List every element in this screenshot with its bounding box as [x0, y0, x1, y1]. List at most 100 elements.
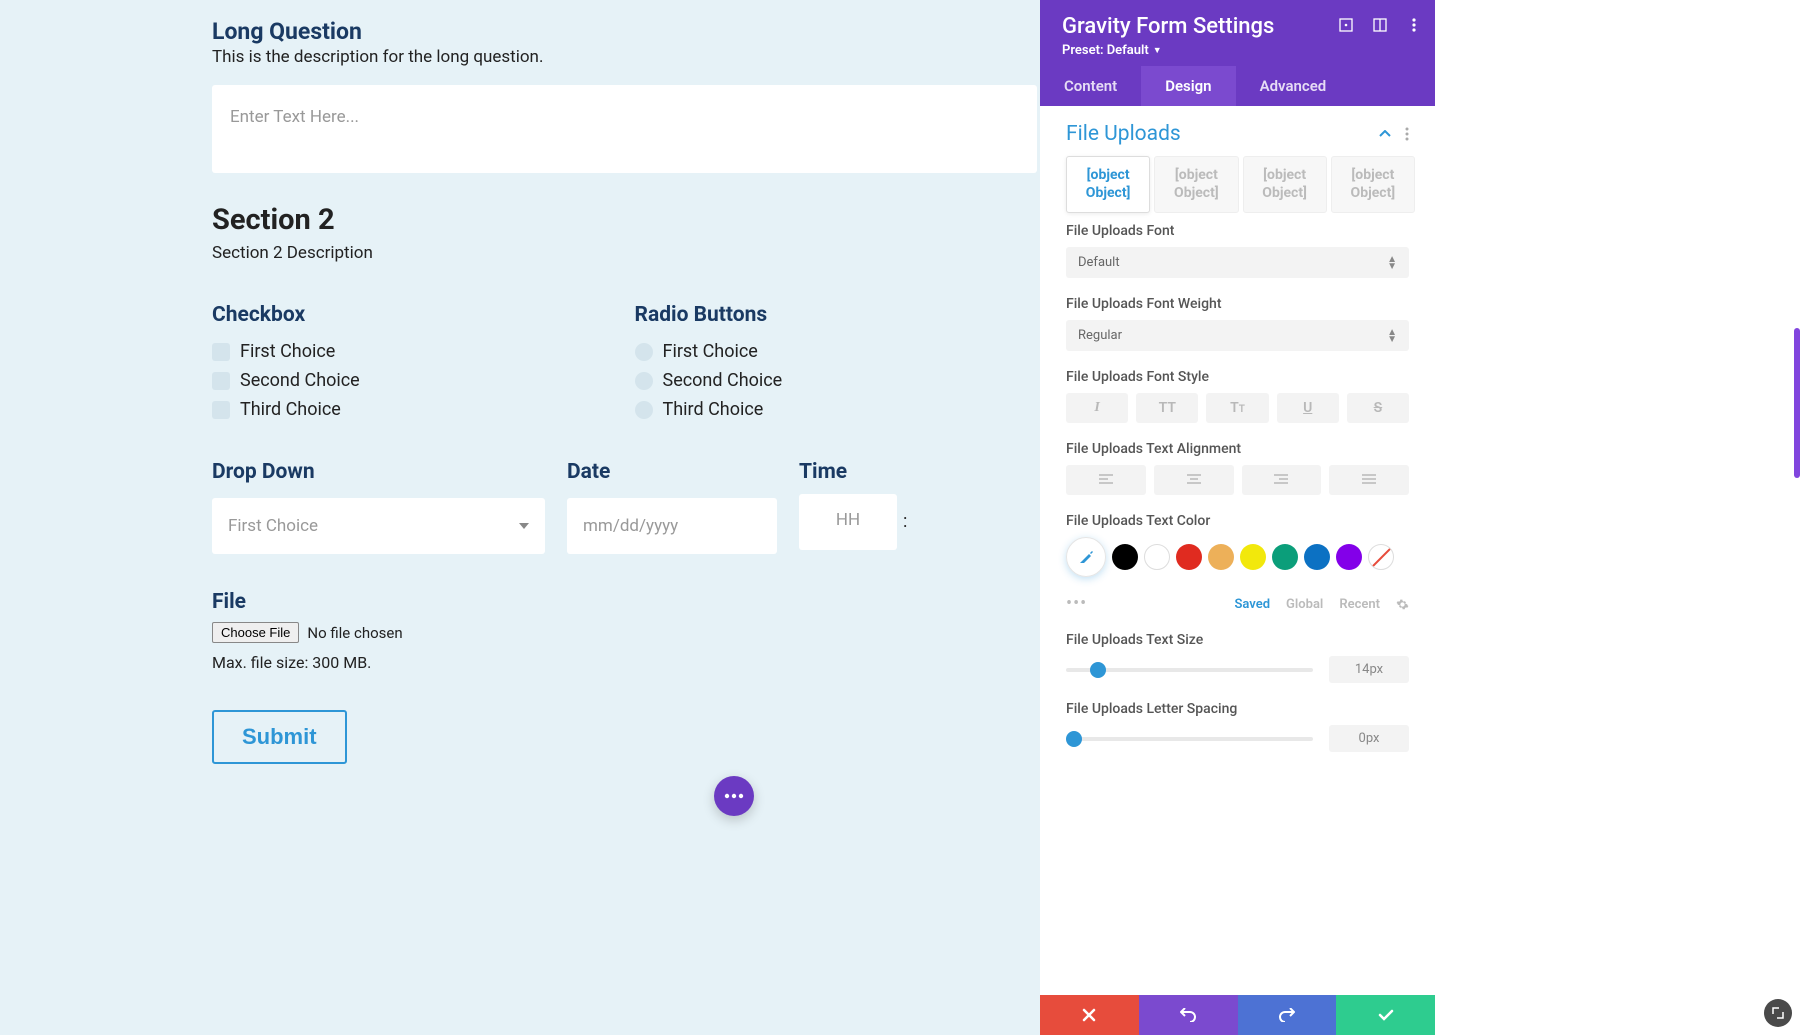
size-value[interactable]: 14px [1329, 656, 1409, 683]
strikethrough-button[interactable]: S [1347, 393, 1409, 423]
radio-icon [635, 343, 653, 361]
smallcaps-button[interactable]: TT [1206, 393, 1268, 423]
size-slider[interactable] [1066, 668, 1313, 672]
subtab-3[interactable]: [object Object] [1243, 156, 1327, 213]
weight-label: File Uploads Font Weight [1066, 296, 1409, 312]
checkbox-icon [212, 343, 230, 361]
checkbox-icon [212, 372, 230, 390]
preset-selector[interactable]: Preset: Default ▼ [1062, 43, 1162, 58]
align-justify-button[interactable] [1329, 465, 1409, 495]
caret-down-icon: ▼ [1153, 45, 1162, 56]
smallcaps-icon: TT [1230, 400, 1245, 416]
checkbox-item[interactable]: Third Choice [212, 399, 615, 420]
color-swatch-none[interactable] [1368, 544, 1394, 570]
gear-icon[interactable] [1396, 598, 1409, 611]
module-options-fab[interactable] [714, 776, 754, 816]
section-2-desc: Section 2 Description [212, 243, 1037, 263]
subtab-4[interactable]: [object Object] [1331, 156, 1415, 213]
resize-icon [1771, 1006, 1785, 1020]
align-justify-icon [1362, 474, 1376, 486]
checkbox-label: Checkbox [212, 303, 615, 327]
close-button[interactable] [1040, 995, 1139, 1035]
settings-sidebar: Gravity Form Settings Preset: Default ▼ … [1040, 0, 1435, 1035]
align-center-icon [1187, 474, 1201, 486]
section-2-title: Section 2 [212, 203, 1037, 237]
save-button[interactable] [1336, 995, 1435, 1035]
scrollbar-thumb[interactable] [1794, 328, 1800, 478]
color-tab-recent[interactable]: Recent [1339, 597, 1380, 612]
submit-button[interactable]: Submit [212, 710, 347, 764]
time-separator: : [897, 494, 913, 550]
undo-button[interactable] [1139, 995, 1238, 1035]
italic-icon: I [1094, 400, 1099, 416]
color-swatch-yellow[interactable] [1240, 544, 1266, 570]
select-arrows-icon: ▲▼ [1387, 256, 1397, 270]
radio-item[interactable]: Third Choice [635, 399, 1038, 420]
chevron-up-icon[interactable] [1379, 130, 1391, 138]
checkbox-icon [212, 401, 230, 419]
color-swatch-red[interactable] [1176, 544, 1202, 570]
align-right-icon [1274, 474, 1288, 486]
tab-content[interactable]: Content [1040, 66, 1141, 106]
color-tab-saved[interactable]: Saved [1234, 597, 1270, 612]
subtab-1[interactable]: [object Object] [1066, 156, 1150, 213]
spacing-slider[interactable] [1066, 737, 1313, 741]
italic-button[interactable]: I [1066, 393, 1128, 423]
expand-icon[interactable] [1373, 18, 1387, 32]
sidebar-tabs: Content Design Advanced [1040, 66, 1435, 106]
tab-advanced[interactable]: Advanced [1236, 66, 1351, 106]
font-label: File Uploads Font [1066, 223, 1409, 239]
choose-file-button[interactable]: Choose File [212, 622, 299, 643]
time-label: Time [799, 460, 1037, 484]
strikethrough-icon: S [1374, 400, 1383, 416]
radio-label: Radio Buttons [635, 303, 1038, 327]
dropdown-select[interactable]: First Choice [212, 498, 545, 554]
radio-item[interactable]: First Choice [635, 341, 1038, 362]
color-tab-global[interactable]: Global [1286, 597, 1323, 612]
file-status: No file chosen [307, 624, 402, 642]
drag-handle-icon[interactable] [1339, 18, 1353, 32]
underline-button[interactable]: U [1277, 393, 1339, 423]
color-swatch-purple[interactable] [1336, 544, 1362, 570]
select-arrows-icon: ▲▼ [1387, 329, 1397, 343]
color-swatch-white[interactable] [1144, 544, 1170, 570]
align-center-button[interactable] [1154, 465, 1234, 495]
weight-select[interactable]: Regular ▲▼ [1066, 320, 1409, 351]
caret-down-icon [519, 523, 529, 529]
align-left-icon [1099, 474, 1113, 486]
color-label: File Uploads Text Color [1066, 513, 1409, 529]
radio-item[interactable]: Second Choice [635, 370, 1038, 391]
time-hh-input[interactable]: HH [799, 494, 897, 550]
subtab-2[interactable]: [object Object] [1154, 156, 1238, 213]
kebab-menu-icon[interactable] [1407, 18, 1421, 32]
element-subtabs: [object Object] [object Object] [object … [1040, 156, 1435, 223]
sidebar-body: File Uploads [object Object] [object Obj… [1040, 106, 1435, 995]
more-swatches-icon[interactable]: ••• [1066, 593, 1087, 614]
checkbox-group: First Choice Second Choice Third Choice [212, 341, 615, 420]
ellipsis-icon [724, 793, 744, 799]
slider-thumb[interactable] [1090, 662, 1106, 678]
color-swatch-orange[interactable] [1208, 544, 1234, 570]
checkbox-item[interactable]: First Choice [212, 341, 615, 362]
color-swatch-black[interactable] [1112, 544, 1138, 570]
resize-handle[interactable] [1764, 999, 1792, 1027]
uppercase-icon: TT [1159, 400, 1176, 416]
spacing-value[interactable]: 0px [1329, 725, 1409, 752]
color-swatch-blue[interactable] [1304, 544, 1330, 570]
radio-group: First Choice Second Choice Third Choice [635, 341, 1038, 420]
color-swatch-teal[interactable] [1272, 544, 1298, 570]
checkbox-item[interactable]: Second Choice [212, 370, 615, 391]
align-left-button[interactable] [1066, 465, 1146, 495]
long-question-textarea[interactable]: Enter Text Here... [212, 85, 1037, 173]
kebab-menu-icon[interactable] [1405, 127, 1409, 141]
font-select[interactable]: Default ▲▼ [1066, 247, 1409, 278]
redo-button[interactable] [1238, 995, 1337, 1035]
color-picker-button[interactable] [1066, 537, 1106, 577]
uppercase-button[interactable]: TT [1136, 393, 1198, 423]
align-right-button[interactable] [1242, 465, 1322, 495]
slider-thumb[interactable] [1066, 731, 1082, 747]
section-file-uploads-title[interactable]: File Uploads [1066, 122, 1181, 146]
date-input[interactable]: mm/dd/yyyy [567, 498, 777, 554]
underline-icon: U [1303, 400, 1312, 416]
tab-design[interactable]: Design [1141, 66, 1235, 106]
